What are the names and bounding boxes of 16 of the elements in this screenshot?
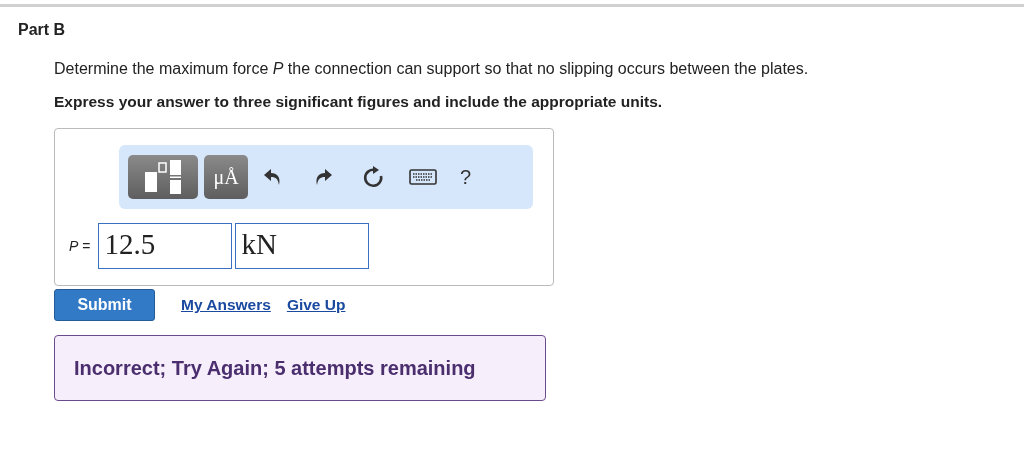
part-title: Part B [18, 21, 67, 39]
units-button[interactable]: μÅ [204, 155, 248, 199]
help-button[interactable]: ? [460, 165, 472, 189]
template-icon [143, 160, 183, 194]
answer-link[interactable]: Give Up [286, 296, 346, 314]
answer-label: P = [69, 238, 91, 254]
keyboard-icon[interactable] [409, 169, 437, 185]
feedback-message: Incorrect; Try Again; 5 attempts remaining [54, 335, 546, 401]
reset-icon[interactable] [362, 166, 384, 188]
template-button[interactable] [128, 155, 198, 199]
question-text: Determine the maximum force P the connection can support so that no slipping occurs between the plates. [54, 60, 810, 78]
submit-button[interactable]: Submit [54, 289, 155, 321]
units-field[interactable]: kN [235, 223, 370, 269]
answer-link[interactable]: My Answers [181, 296, 271, 314]
value-field[interactable]: 12.5 [98, 223, 233, 269]
instruction-text: Express your answer to three significant figures and include the appropriate units. [54, 93, 664, 111]
